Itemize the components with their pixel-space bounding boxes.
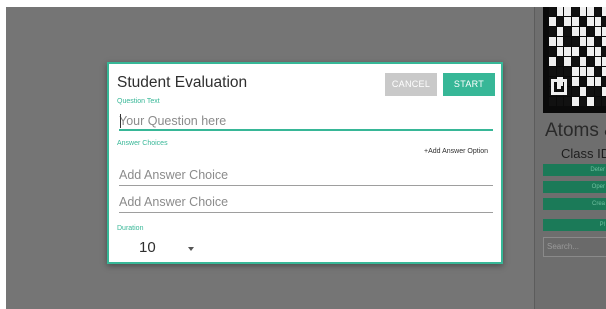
sidebar-button-pl[interactable]: Pl bbox=[543, 219, 606, 231]
sidebar-button-deter[interactable]: Deter bbox=[543, 164, 606, 176]
add-answer-option-button[interactable]: +Add Answer Option bbox=[424, 148, 488, 155]
qr-code bbox=[543, 7, 606, 113]
question-input-underline bbox=[119, 129, 493, 131]
class-title: Atoms & bbox=[545, 120, 606, 141]
duration-label: Duration bbox=[117, 225, 144, 232]
text-cursor bbox=[120, 114, 121, 128]
answer-choice-underline-2 bbox=[119, 212, 493, 213]
answer-choice-input-1[interactable]: Add Answer Choice bbox=[119, 168, 228, 182]
answer-choice-input-2[interactable]: Add Answer Choice bbox=[119, 195, 228, 209]
duration-select[interactable]: 10 bbox=[139, 239, 156, 256]
sidebar-search-input[interactable]: Search... bbox=[543, 237, 606, 257]
chevron-down-icon[interactable] bbox=[188, 247, 194, 251]
answer-choices-label: Answer Choices bbox=[117, 140, 168, 147]
question-text-label: Question Text bbox=[117, 98, 160, 105]
class-sidebar: Atoms & Class ID: Deter Oper Crea Pl Sea… bbox=[534, 7, 606, 309]
student-evaluation-dialog: Student Evaluation CANCEL START Question… bbox=[107, 62, 503, 264]
screen-overlay: Atoms & Class ID: Deter Oper Crea Pl Sea… bbox=[6, 7, 606, 309]
sidebar-button-oper[interactable]: Oper bbox=[543, 181, 606, 193]
start-button[interactable]: START bbox=[443, 73, 495, 96]
answer-choice-underline-1 bbox=[119, 185, 493, 186]
sidebar-button-crea[interactable]: Crea bbox=[543, 198, 606, 210]
class-id-label: Class ID: bbox=[561, 146, 606, 161]
qr-finder-pattern bbox=[551, 79, 567, 95]
cancel-button[interactable]: CANCEL bbox=[385, 73, 437, 96]
dialog-title: Student Evaluation bbox=[117, 74, 248, 91]
question-input[interactable]: Your Question here bbox=[119, 114, 226, 128]
